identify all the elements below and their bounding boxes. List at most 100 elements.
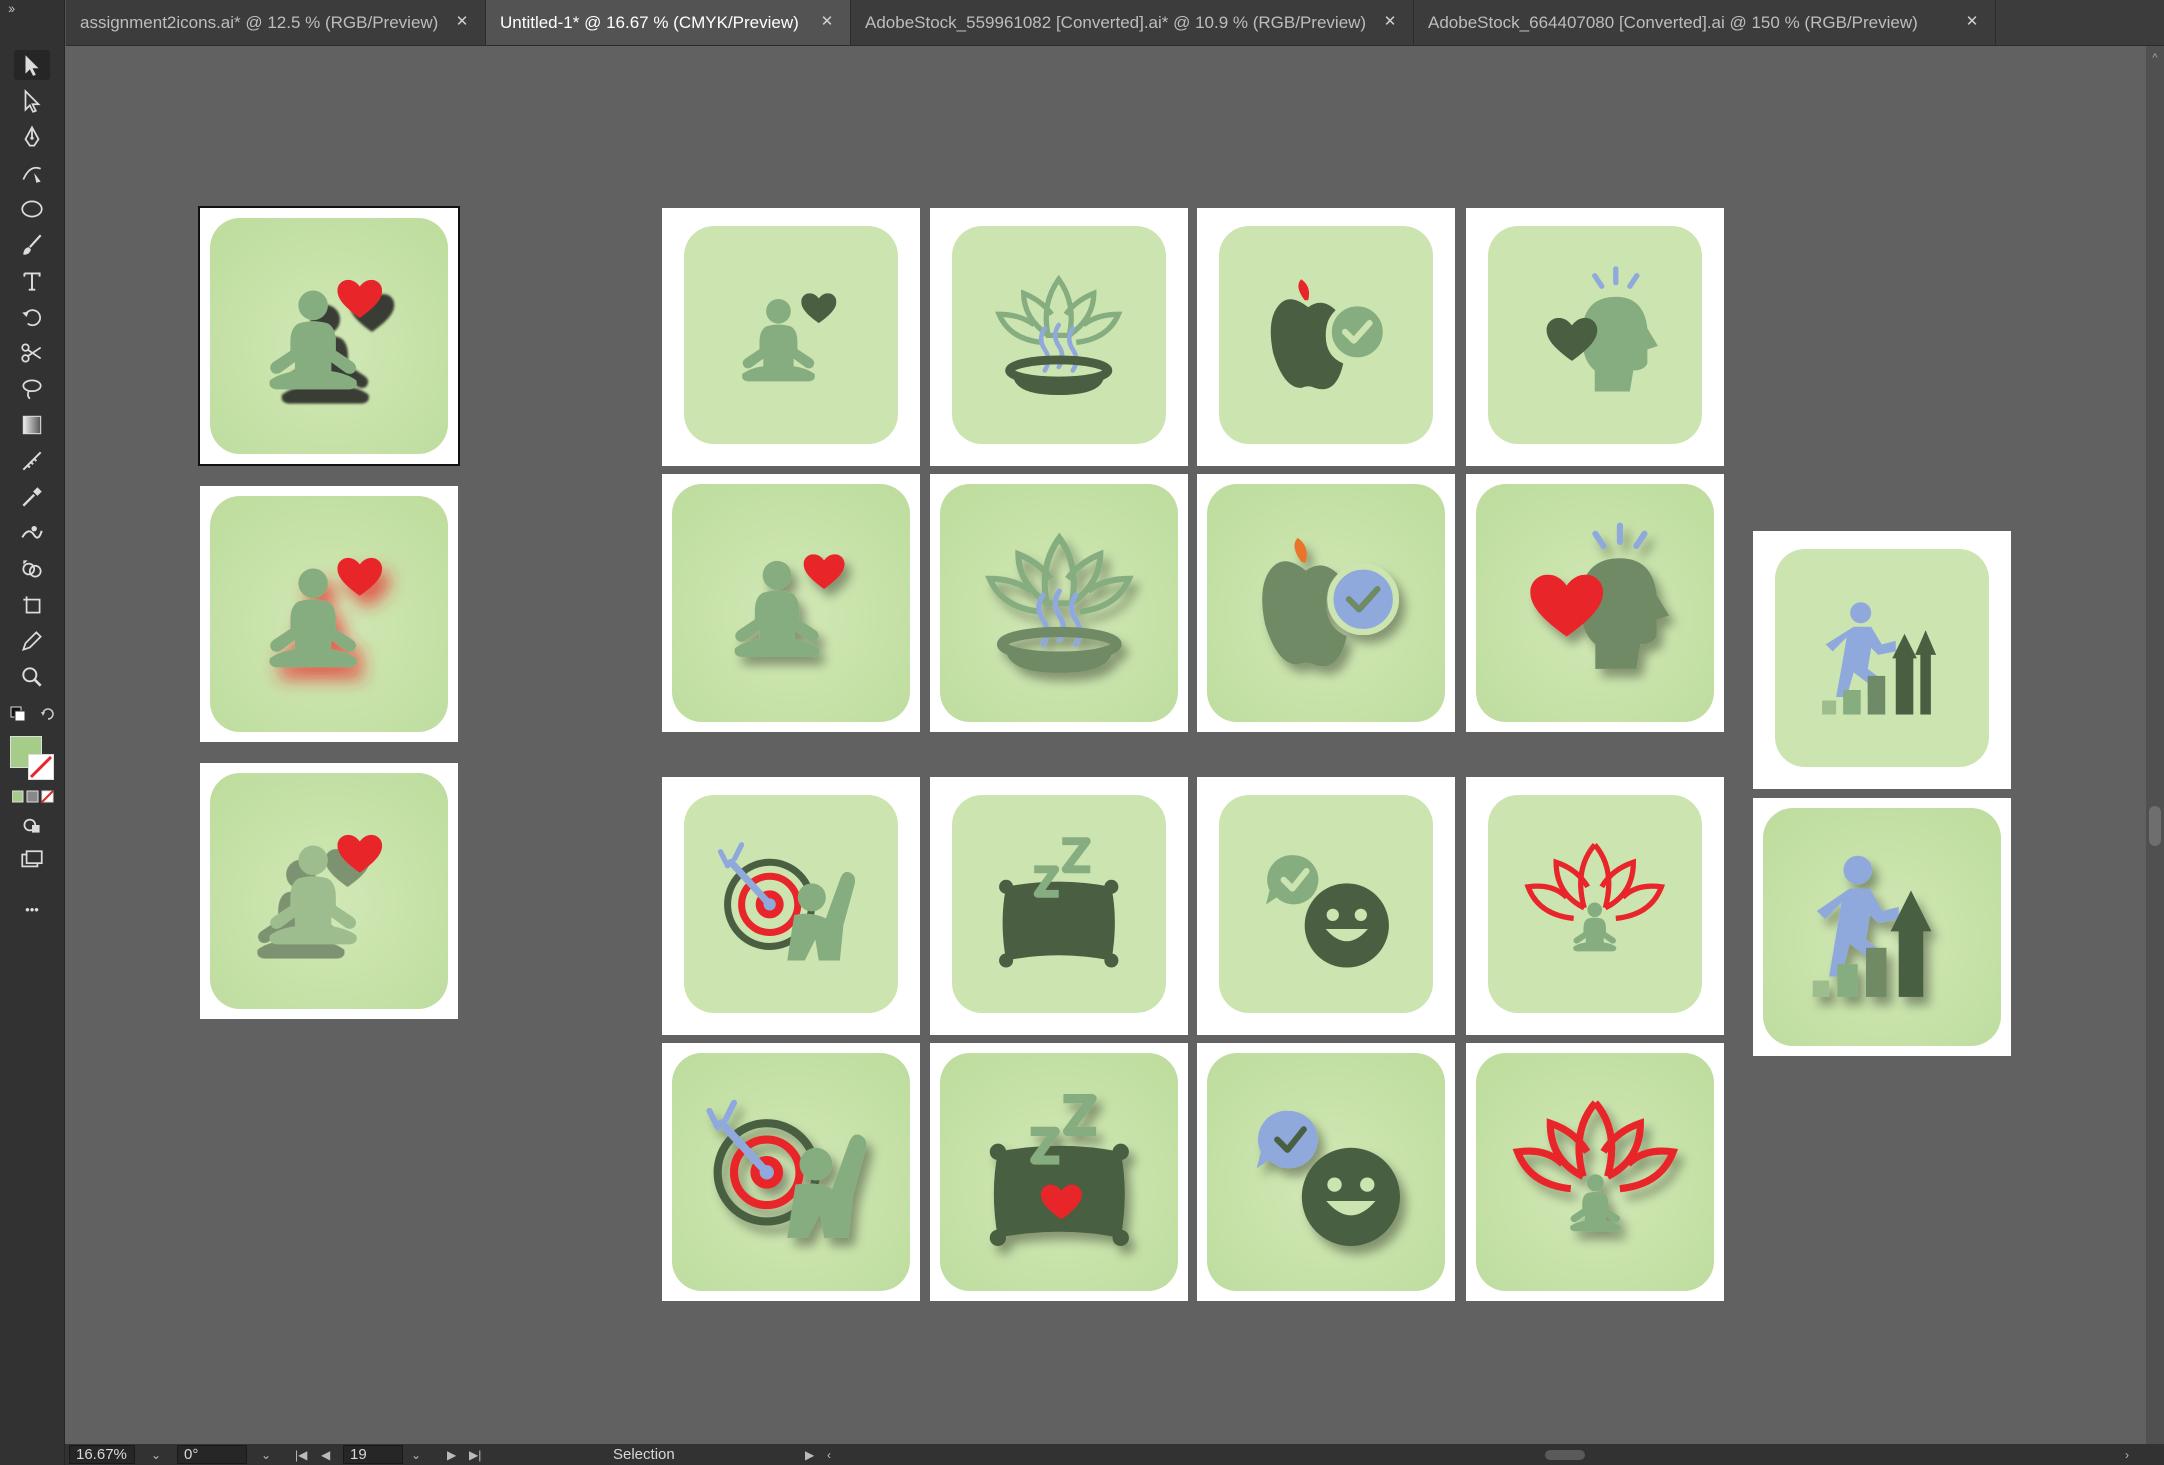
scroll-up-icon[interactable]: ^: [2149, 52, 2161, 64]
meditation-heart-icon: [269, 279, 382, 389]
mental-health-icon: [1529, 522, 1669, 669]
eyedropper-tool-icon[interactable]: [14, 482, 50, 512]
tab-label: assignment2icons.ai* @ 12.5 % (RGB/Previ…: [80, 12, 439, 32]
meditation-heart-icon: [734, 553, 845, 657]
artboard-dropdown-icon[interactable]: ⌄: [411, 1445, 421, 1464]
target-goal-icon: [718, 841, 856, 961]
artboard-meditation-heart-color[interactable]: [662, 474, 920, 732]
icon-tile: [952, 795, 1166, 1013]
tab-adobestock-664407080[interactable]: AdobeStock_664407080 [Converted].ai @ 15…: [1414, 0, 1996, 45]
artboard-sleep-pillow-color[interactable]: [930, 1043, 1188, 1301]
scroll-right-icon[interactable]: ›: [2125, 1445, 2129, 1464]
artboard-happy-check-color[interactable]: [1197, 1043, 1455, 1301]
icon-tile: [672, 484, 910, 722]
artboard-tool-icon[interactable]: [14, 590, 50, 620]
artboard-goal-growth-flat[interactable]: [1753, 531, 2011, 789]
pen-tool-icon[interactable]: [14, 122, 50, 152]
scroll-left-icon[interactable]: ‹: [827, 1445, 831, 1464]
next-artboard-icon[interactable]: ▶: [447, 1445, 456, 1464]
mental-health-icon: [1546, 265, 1659, 392]
artboard-spa-lotus-color[interactable]: [930, 474, 1188, 732]
status-mode-label: Selection: [613, 1446, 675, 1463]
status-menu-icon[interactable]: ▶: [805, 1445, 814, 1464]
tab-assignment2icons[interactable]: assignment2icons.ai* @ 12.5 % (RGB/Previ…: [66, 0, 486, 45]
tab-label: Untitled-1* @ 16.67 % (CMYK/Preview): [500, 12, 799, 32]
meditation-heart-icon: [742, 292, 837, 382]
artboard-nutrition-apple-flat[interactable]: [1197, 208, 1455, 466]
expand-panel-icon[interactable]: ››: [8, 0, 15, 16]
tab-untitled-1[interactable]: Untitled-1* @ 16.67 % (CMYK/Preview) ✕: [486, 0, 851, 45]
swap-colors-icon[interactable]: [10, 706, 26, 722]
rotate-tool-icon[interactable]: [14, 302, 50, 332]
lotus-yoga-icon: [1524, 842, 1666, 951]
zoom-field[interactable]: 16.67%: [69, 1445, 135, 1464]
artboard-number-field[interactable]: 19: [343, 1445, 403, 1464]
artboard-meditation-heart-shadow-offset[interactable]: [200, 763, 458, 1019]
icon-tile: [1488, 226, 1702, 444]
icon-tile: [1219, 226, 1433, 444]
icon-tile: [672, 1053, 910, 1291]
selection-tool-icon[interactable]: [14, 50, 50, 80]
artboard-sleep-pillow-flat[interactable]: [930, 777, 1188, 1035]
artboard-spa-lotus-flat[interactable]: [930, 208, 1188, 466]
measure-tool-icon[interactable]: [14, 446, 50, 476]
artboard-mental-health-color[interactable]: [1466, 474, 1724, 732]
close-tab-icon[interactable]: ✕: [1379, 11, 1401, 33]
zoom-tool-icon[interactable]: [14, 662, 50, 692]
last-artboard-icon[interactable]: ▶|: [469, 1445, 481, 1464]
artboard-meditation-heart-flat[interactable]: [662, 208, 920, 466]
icon-tile: [1476, 1053, 1714, 1291]
close-tab-icon[interactable]: ✕: [816, 11, 838, 33]
swap-arrow-icon[interactable]: [40, 706, 56, 722]
icon-tile: [210, 773, 448, 1009]
scrollbar-thumb[interactable]: [2149, 806, 2161, 846]
type-tool-icon[interactable]: [14, 266, 50, 296]
artboard-mental-health-flat[interactable]: [1466, 208, 1724, 466]
stroke-none-swatch[interactable]: [28, 754, 54, 780]
ellipse-tool-icon[interactable]: [14, 194, 50, 224]
tools-panel: ›› •••: [0, 0, 65, 1465]
artboard-lotus-yoga-flat[interactable]: [1466, 777, 1724, 1035]
artboard-meditation-heart-shadow-red[interactable]: [200, 486, 458, 742]
drawing-mode-icon[interactable]: [14, 810, 50, 840]
artboard-lotus-yoga-color[interactable]: [1466, 1043, 1724, 1301]
artboard-nutrition-apple-color[interactable]: [1197, 474, 1455, 732]
puppet-warp-tool-icon[interactable]: [14, 518, 50, 548]
pencil-tool-icon[interactable]: [14, 626, 50, 656]
zoom-dropdown-icon[interactable]: ⌄: [151, 1445, 161, 1464]
lasso-tool-icon[interactable]: [14, 374, 50, 404]
horizontal-scrollbar[interactable]: [845, 1445, 2135, 1464]
rotation-field[interactable]: 0°: [177, 1445, 247, 1464]
icon-tile: [1207, 484, 1445, 722]
first-artboard-icon[interactable]: |◀: [295, 1445, 307, 1464]
edit-toolbar-icon[interactable]: •••: [14, 894, 50, 924]
goal-growth-icon: [1822, 601, 1937, 715]
artboard-target-goal-flat[interactable]: [662, 777, 920, 1035]
artboard-happy-check-flat[interactable]: [1197, 777, 1455, 1035]
lotus-yoga-icon: [1512, 1100, 1678, 1231]
canvas[interactable]: [65, 46, 2147, 1444]
rotation-dropdown-icon[interactable]: ⌄: [261, 1445, 271, 1464]
previous-artboard-icon[interactable]: ◀: [321, 1445, 330, 1464]
close-tab-icon[interactable]: ✕: [451, 11, 473, 33]
tab-adobestock-559961082[interactable]: AdobeStock_559961082 [Converted].ai* @ 1…: [851, 0, 1414, 45]
artboard-target-goal-color[interactable]: [662, 1043, 920, 1301]
goal-growth-icon: [1812, 855, 1932, 997]
gradient-tool-icon[interactable]: [14, 410, 50, 440]
close-tab-icon[interactable]: ✕: [1961, 11, 1983, 33]
color-mode-icons[interactable]: [11, 790, 54, 804]
artboard-goal-growth-color[interactable]: [1753, 798, 2011, 1056]
spa-lotus-icon: [984, 532, 1134, 673]
icon-tile: [1207, 1053, 1445, 1291]
scissors-tool-icon[interactable]: [14, 338, 50, 368]
horizontal-scrollbar-thumb[interactable]: [1545, 1450, 1585, 1460]
screen-mode-icon[interactable]: [14, 846, 50, 876]
tab-label: AdobeStock_664407080 [Converted].ai @ 15…: [1428, 12, 1918, 32]
happy-check-icon: [1256, 1110, 1400, 1246]
shape-builder-tool-icon[interactable]: [14, 554, 50, 584]
vertical-scrollbar[interactable]: ^: [2146, 46, 2164, 1444]
direct-selection-tool-icon[interactable]: [14, 86, 50, 116]
artboard-meditation-heart-shadow-black[interactable]: [198, 206, 460, 466]
paintbrush-tool-icon[interactable]: [14, 230, 50, 260]
curvature-tool-icon[interactable]: [14, 158, 50, 188]
